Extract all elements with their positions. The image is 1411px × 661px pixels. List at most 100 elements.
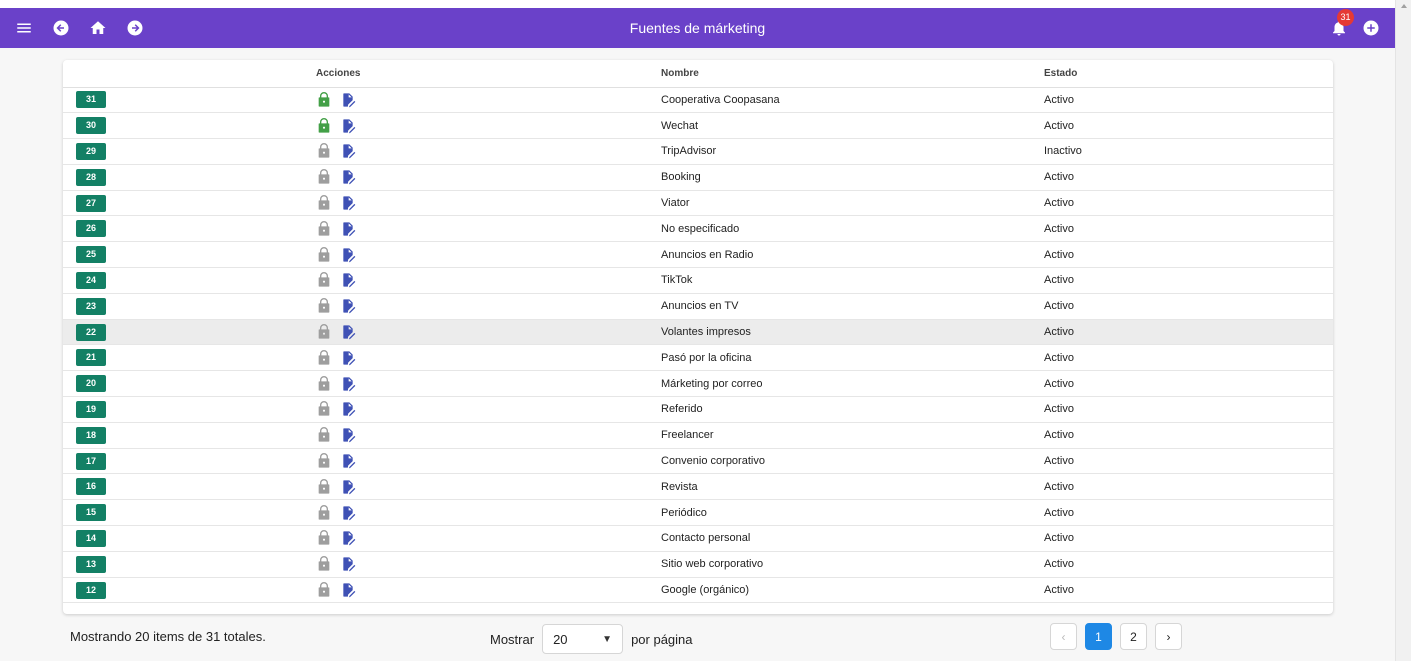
page-size-select[interactable]: 20 ▼ xyxy=(542,624,624,654)
table-row[interactable]: 31 Cooperativa Coopasana Activo xyxy=(63,87,1333,114)
edit-document-icon[interactable] xyxy=(340,427,356,443)
edit-document-icon[interactable] xyxy=(340,221,356,237)
edit-document-icon[interactable] xyxy=(340,453,356,469)
lock-icon[interactable] xyxy=(316,349,332,366)
lock-icon[interactable] xyxy=(316,195,332,211)
edit-document-icon[interactable] xyxy=(340,298,356,314)
table-row[interactable]: 21 Pasó por la oficina Activo xyxy=(63,344,1333,372)
row-id-badge[interactable]: 23 xyxy=(76,297,106,315)
row-actions-cell xyxy=(316,164,661,191)
table-row[interactable]: 20 Márketing por correo Activo xyxy=(63,370,1333,398)
lock-icon[interactable] xyxy=(316,246,332,263)
row-status-cell: Activo xyxy=(1044,422,1333,449)
row-id-badge[interactable]: 29 xyxy=(76,142,106,160)
bell-icon[interactable]: 31 xyxy=(1329,9,1354,38)
lock-icon[interactable] xyxy=(316,324,332,340)
row-id-badge[interactable]: 12 xyxy=(76,581,106,599)
lock-icon[interactable] xyxy=(316,117,332,134)
row-id-badge[interactable]: 20 xyxy=(76,375,106,393)
row-id-badge[interactable]: 13 xyxy=(76,555,106,573)
column-header-status[interactable]: Estado xyxy=(1044,60,1333,88)
row-id-badge[interactable]: 18 xyxy=(76,426,106,444)
row-id-badge[interactable]: 25 xyxy=(76,246,106,264)
forward-icon[interactable] xyxy=(125,18,145,38)
lock-icon[interactable] xyxy=(316,453,332,469)
table-row[interactable]: 23 Anuncios en TV Activo xyxy=(63,293,1333,320)
edit-document-icon[interactable] xyxy=(340,143,356,159)
edit-document-icon[interactable] xyxy=(340,479,356,495)
row-actions xyxy=(316,504,661,521)
table-row[interactable]: 27 Viator Activo xyxy=(63,190,1333,217)
lock-icon[interactable] xyxy=(316,375,332,392)
table-row[interactable]: 22 Volantes impresos Activo xyxy=(63,319,1333,346)
home-icon[interactable] xyxy=(88,18,108,38)
table-row[interactable]: 30 Wechat Activo xyxy=(63,112,1333,140)
lock-icon[interactable] xyxy=(316,169,332,185)
lock-icon[interactable] xyxy=(316,298,332,314)
table-row[interactable]: 13 Sitio web corporativo Activo xyxy=(63,551,1333,578)
row-id-badge[interactable]: 22 xyxy=(76,323,106,341)
page-scrollbar[interactable] xyxy=(1395,0,1411,661)
edit-document-icon[interactable] xyxy=(340,272,356,288)
page-button-1[interactable]: 1 xyxy=(1085,623,1112,650)
table-row[interactable]: 14 Contacto personal Activo xyxy=(63,525,1333,552)
edit-document-icon[interactable] xyxy=(340,195,356,211)
edit-document-icon[interactable] xyxy=(340,118,356,134)
lock-icon[interactable] xyxy=(316,272,332,288)
table-row[interactable]: 18 Freelancer Activo xyxy=(63,422,1333,449)
lock-icon[interactable] xyxy=(316,556,332,572)
row-id-badge[interactable]: 15 xyxy=(76,504,106,522)
row-id-cell: 29 xyxy=(63,138,316,165)
table-row[interactable]: 15 Periódico Activo xyxy=(63,499,1333,527)
edit-document-icon[interactable] xyxy=(340,556,356,572)
table-row[interactable]: 29 TripAdvisor Inactivo xyxy=(63,138,1333,165)
table-row[interactable]: 24 TikTok Activo xyxy=(63,267,1333,294)
page-button-2[interactable]: 2 xyxy=(1120,623,1147,650)
next-page-button[interactable]: › xyxy=(1155,623,1182,650)
edit-document-icon[interactable] xyxy=(340,376,356,392)
row-id-badge[interactable]: 30 xyxy=(76,117,106,135)
lock-icon[interactable] xyxy=(316,504,332,521)
edit-document-icon[interactable] xyxy=(340,350,356,366)
table-row[interactable]: 17 Convenio corporativo Activo xyxy=(63,448,1333,475)
edit-document-icon[interactable] xyxy=(340,324,356,340)
row-id-badge[interactable]: 24 xyxy=(76,271,106,289)
lock-icon[interactable] xyxy=(316,427,332,443)
edit-document-icon[interactable] xyxy=(340,530,356,546)
prev-page-button[interactable]: ‹ xyxy=(1050,623,1077,650)
table-row[interactable]: 26 No especificado Activo xyxy=(63,215,1333,243)
scroll-up-icon[interactable] xyxy=(1401,4,1407,8)
table-row[interactable]: 19 Referido Activo xyxy=(63,396,1333,423)
lock-icon[interactable] xyxy=(316,582,332,598)
table-row[interactable]: 28 Booking Activo xyxy=(63,164,1333,191)
row-id-badge[interactable]: 28 xyxy=(76,168,106,186)
menu-icon[interactable] xyxy=(14,18,34,38)
edit-document-icon[interactable] xyxy=(340,247,356,263)
edit-document-icon[interactable] xyxy=(340,169,356,185)
row-id-badge[interactable]: 17 xyxy=(76,452,106,470)
lock-icon[interactable] xyxy=(316,91,332,108)
row-id-badge[interactable]: 27 xyxy=(76,194,106,212)
row-id-badge[interactable]: 31 xyxy=(76,91,106,109)
edit-document-icon[interactable] xyxy=(340,505,356,521)
row-id-badge[interactable]: 26 xyxy=(76,220,106,238)
edit-document-icon[interactable] xyxy=(340,92,356,108)
lock-icon[interactable] xyxy=(316,530,332,546)
edit-document-icon[interactable] xyxy=(340,401,356,417)
add-circle-icon[interactable] xyxy=(1361,18,1381,38)
lock-icon[interactable] xyxy=(316,220,332,237)
lock-icon[interactable] xyxy=(316,143,332,159)
row-id-badge[interactable]: 21 xyxy=(76,349,106,367)
row-id-badge[interactable]: 16 xyxy=(76,478,106,496)
table-row[interactable]: 16 Revista Activo xyxy=(63,473,1333,501)
edit-document-icon[interactable] xyxy=(340,582,356,598)
row-id-badge[interactable]: 19 xyxy=(76,400,106,418)
lock-icon[interactable] xyxy=(316,478,332,495)
column-header-name[interactable]: Nombre xyxy=(661,60,1044,88)
table-row[interactable]: 25 Anuncios en Radio Activo xyxy=(63,241,1333,269)
row-status-cell: Activo xyxy=(1044,164,1333,191)
back-icon[interactable] xyxy=(51,18,71,38)
table-row[interactable]: 12 Google (orgánico) Activo xyxy=(63,577,1333,604)
row-id-badge[interactable]: 14 xyxy=(76,529,106,547)
lock-icon[interactable] xyxy=(316,401,332,417)
